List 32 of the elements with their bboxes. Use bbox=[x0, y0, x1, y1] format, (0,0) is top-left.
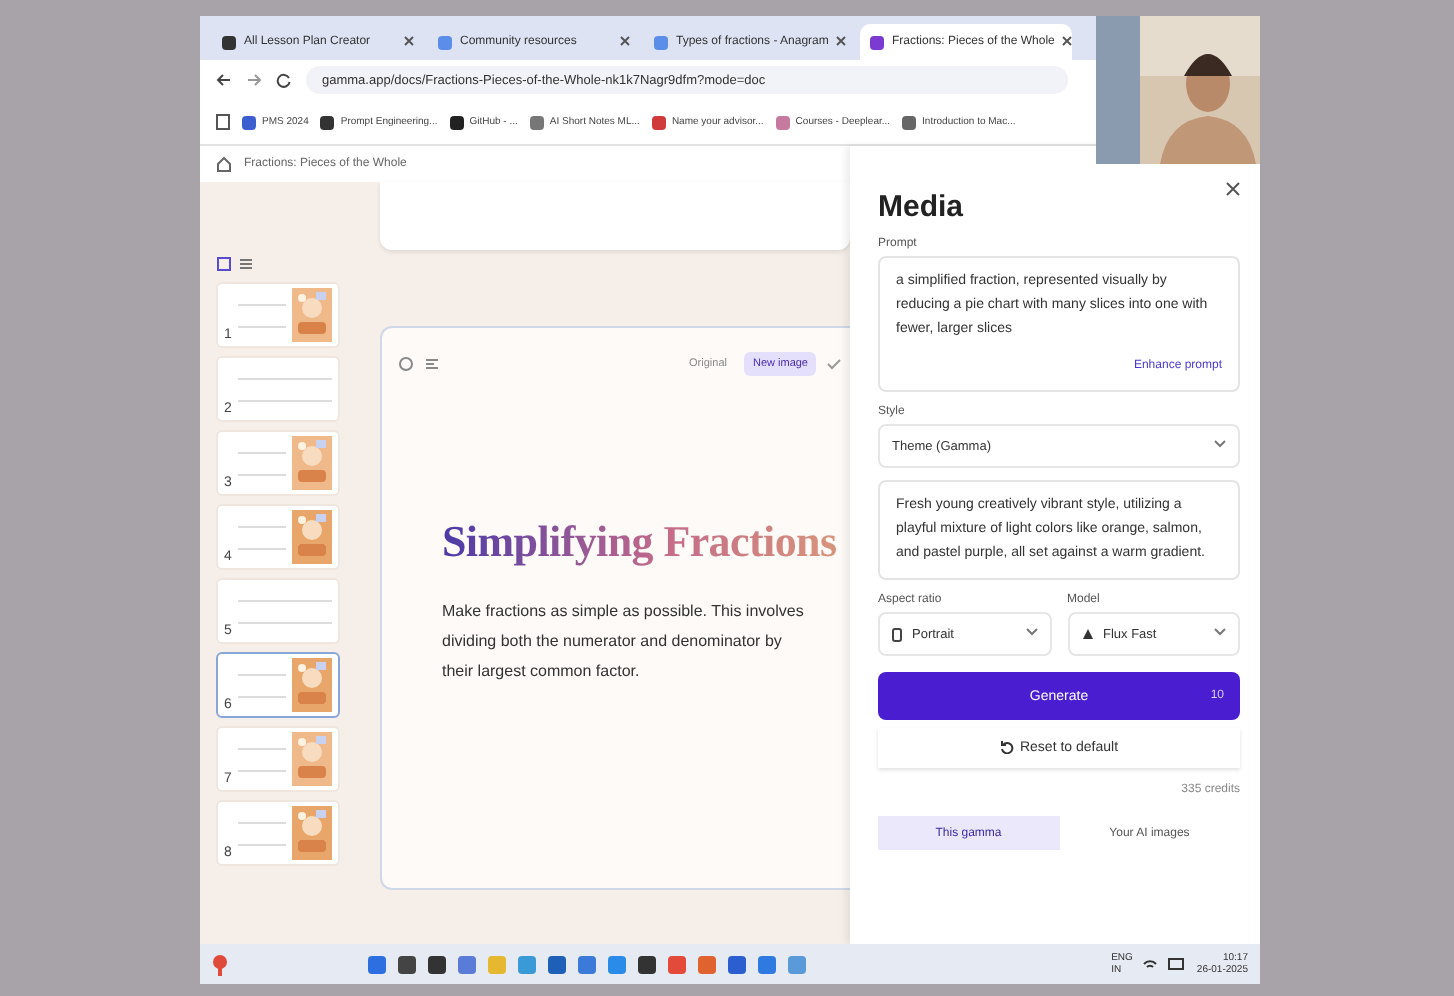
panel-title: Media bbox=[878, 190, 964, 224]
check-icon[interactable] bbox=[826, 356, 842, 372]
site-icon bbox=[438, 35, 452, 49]
wifi-icon[interactable] bbox=[1142, 957, 1159, 971]
align-icon[interactable] bbox=[424, 356, 440, 372]
battery-icon[interactable] bbox=[1168, 958, 1187, 970]
reset-icon bbox=[999, 740, 1014, 755]
phone-icon bbox=[892, 627, 902, 641]
close-icon[interactable] bbox=[620, 35, 630, 45]
home-icon[interactable] bbox=[216, 156, 232, 172]
grid-view-icon[interactable] bbox=[216, 256, 232, 272]
back-icon[interactable] bbox=[216, 72, 232, 88]
taskbar-app-icon[interactable] bbox=[398, 953, 416, 975]
forward-icon[interactable] bbox=[246, 72, 262, 88]
taskbar-app-icon[interactable] bbox=[428, 953, 446, 975]
site-icon bbox=[654, 35, 668, 49]
chevron-down-icon[interactable] bbox=[1214, 628, 1226, 636]
reload-icon[interactable] bbox=[276, 72, 292, 88]
taskbar-app-icon[interactable] bbox=[638, 953, 656, 975]
list-view-icon[interactable] bbox=[238, 256, 254, 272]
triangle-icon bbox=[1081, 628, 1093, 640]
chevron-down-icon[interactable] bbox=[1214, 440, 1226, 448]
close-icon[interactable] bbox=[404, 35, 414, 45]
close-icon[interactable] bbox=[1062, 35, 1072, 45]
site-icon bbox=[870, 35, 884, 49]
taskbar-app-icon[interactable] bbox=[548, 953, 566, 975]
site-icon bbox=[222, 35, 236, 49]
slide-text: Make fractions as simple as possible. This involves dividing both the numerator and denominator by their largest common factor. bbox=[442, 600, 806, 684]
close-icon[interactable] bbox=[836, 35, 847, 45]
chevron-down-icon[interactable] bbox=[1025, 628, 1037, 636]
close-button[interactable] bbox=[1226, 182, 1240, 196]
taskbar-app-icon[interactable] bbox=[728, 953, 746, 975]
